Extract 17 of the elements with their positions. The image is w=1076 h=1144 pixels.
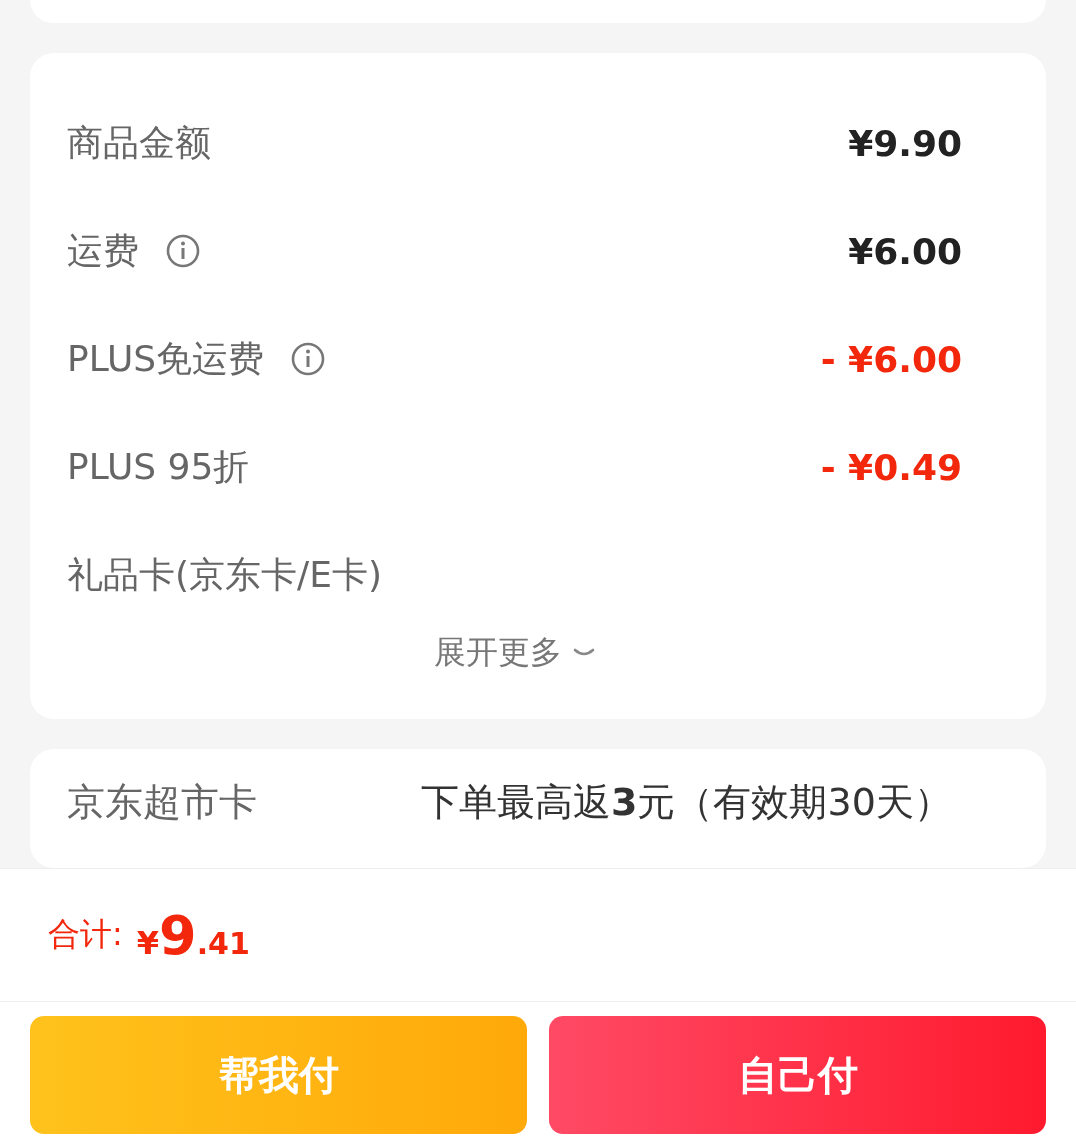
row-label: 运费 xyxy=(67,228,139,273)
pay-button[interactable]: 自己付 xyxy=(549,1016,1046,1134)
row-value: ¥9.90 xyxy=(848,122,962,164)
expand-more-button[interactable]: 展开更多 xyxy=(433,623,596,683)
total-label: 合计: xyxy=(48,914,123,955)
card-label: 京东超市卡 xyxy=(67,779,258,826)
row-label: 商品金额 xyxy=(67,120,211,165)
info-icon[interactable] xyxy=(165,233,201,269)
row-label: 礼品卡(京东卡/E卡) xyxy=(67,552,382,597)
row-value: - ¥0.49 xyxy=(820,446,962,488)
row-label: PLUS 95折 xyxy=(67,444,250,489)
cashback-text: 下单最高返3元（有效期30天） xyxy=(421,779,952,826)
row-value: ¥6.00 xyxy=(848,230,962,272)
row-label: PLUS免运费 xyxy=(67,336,265,381)
row-value: - ¥6.00 xyxy=(820,338,962,380)
total-price: ¥9.41 xyxy=(136,903,250,967)
info-icon[interactable] xyxy=(290,341,327,377)
